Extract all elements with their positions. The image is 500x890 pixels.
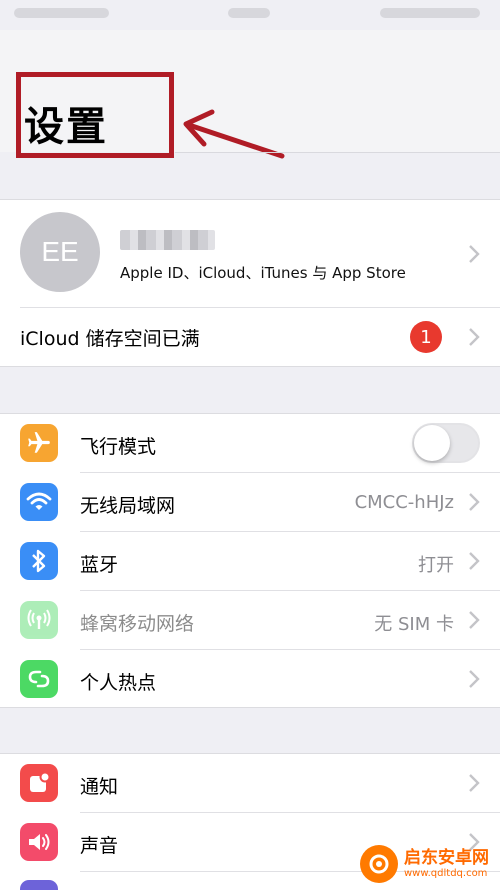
watermark: 启东安卓网 www.qdltdq.com [360,842,490,886]
cellular-value: 无 SIM 卡 [374,614,454,635]
account-subtitle: Apple ID、iCloud、iTunes 与 App Store [120,264,406,282]
hotspot-icon [20,660,58,698]
account-group: EE Apple ID、iCloud、iTunes 与 App Store iC… [0,199,500,367]
annotation-arrow-icon [183,109,285,159]
partial-row-icon [20,880,58,890]
avatar: EE [20,212,100,292]
sound-label: 声音 [80,835,119,857]
wifi-row[interactable]: 无线局域网 CMCC-hHJz [0,473,500,531]
notifications-label: 通知 [80,776,119,798]
airplane-icon [20,424,58,462]
notification-badge: 1 [410,321,442,353]
icloud-storage-row[interactable]: iCloud 储存空间已满 1 [0,308,500,366]
cellular-label: 蜂窝移动网络 [80,613,195,635]
watermark-name: 启东安卓网 [404,848,489,868]
wifi-label: 无线局域网 [80,495,176,517]
chevron-right-icon [469,493,480,511]
chevron-right-icon [469,328,480,346]
bluetooth-row[interactable]: 蓝牙 打开 [0,532,500,590]
sound-icon [20,823,58,861]
chevron-right-icon [469,670,480,688]
airplane-mode-toggle[interactable] [412,423,480,463]
hotspot-row[interactable]: 个人热点 [0,650,500,708]
icloud-storage-label: iCloud 储存空间已满 [20,328,200,350]
chevron-right-icon [469,245,480,263]
wifi-icon [20,483,58,521]
bluetooth-label: 蓝牙 [80,554,119,576]
status-bar [0,0,500,30]
cellular-row[interactable]: 蜂窝移动网络 无 SIM 卡 [0,591,500,649]
bluetooth-value: 打开 [418,555,454,576]
connectivity-group: 飞行模式 无线局域网 CMCC-hHJz 蓝牙 打开 蜂窝移动网络 无 SIM … [0,413,500,708]
header-divider [175,152,500,153]
airplane-mode-label: 飞行模式 [80,436,157,458]
chevron-right-icon [469,552,480,570]
account-name-blurred [120,230,215,250]
antenna-icon [20,601,58,639]
chevron-right-icon [469,611,480,629]
hotspot-label: 个人热点 [80,672,157,694]
bluetooth-icon [20,542,58,580]
notifications-row[interactable]: 通知 [0,754,500,812]
airplane-mode-row: 飞行模式 [0,414,500,472]
annotation-highlight-box [16,72,174,158]
watermark-logo-icon [360,845,398,883]
chevron-right-icon [469,774,480,792]
account-row[interactable]: EE Apple ID、iCloud、iTunes 与 App Store [0,200,500,307]
wifi-value: CMCC-hHJz [354,492,454,513]
notifications-icon [20,764,58,802]
watermark-url: www.qdltdq.com [404,868,488,879]
